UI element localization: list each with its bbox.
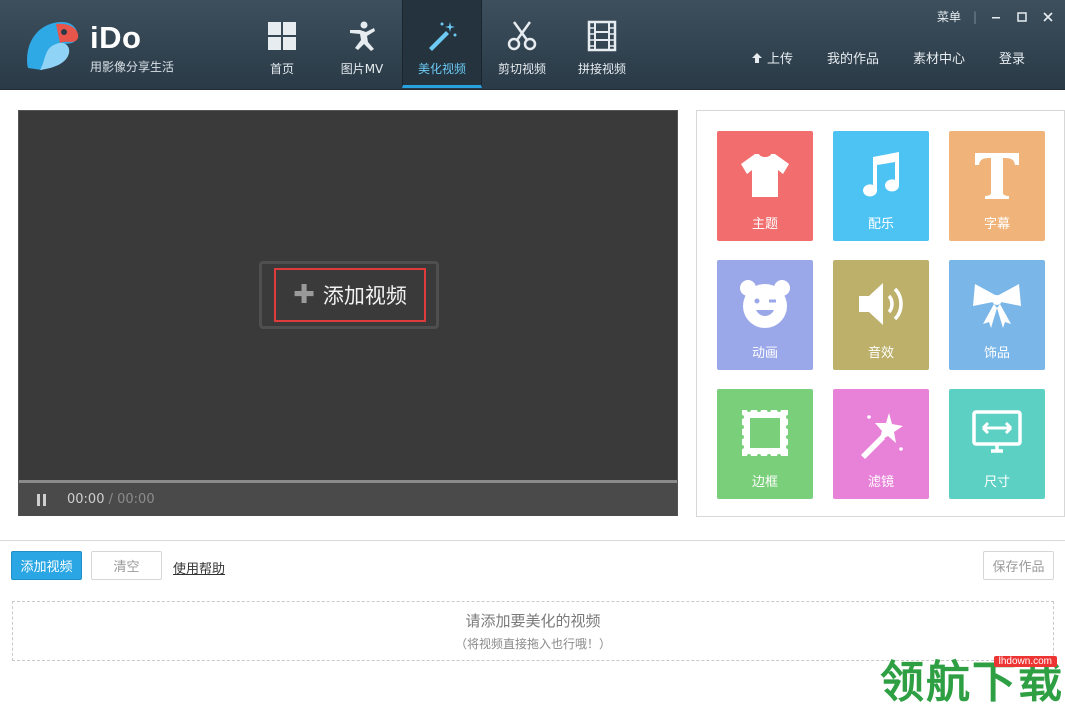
app-brand: iDo <box>90 20 142 55</box>
app-slogan: 用影像分享生活 <box>90 60 175 74</box>
dancer-icon <box>350 21 375 51</box>
effect-theme[interactable]: 主题 <box>717 131 813 241</box>
my-works-link[interactable]: 我的作品 <box>827 48 879 67</box>
time-current: 00:00 <box>67 492 105 507</box>
main-nav: 首页 图片MV 美化视频 剪切视频 拼接视频 <box>242 0 642 90</box>
effect-accessory[interactable]: 饰品 <box>949 260 1045 370</box>
upload-label: 上传 <box>766 52 793 67</box>
video-dropzone[interactable]: 请添加要美化的视频 （将视频直接拖入也行哦！） <box>12 601 1054 661</box>
window-controls: 菜单 | <box>937 8 1055 25</box>
arrow-up-icon <box>751 52 762 63</box>
effect-theme-label: 主题 <box>751 217 778 232</box>
effect-filter[interactable]: 滤镜 <box>833 389 929 499</box>
add-video-frame: ✚ 添加视频 <box>259 261 439 329</box>
effect-subtitle[interactable]: 字幕 <box>949 131 1045 241</box>
tshirt-icon <box>741 154 789 197</box>
effect-size[interactable]: 尺寸 <box>949 389 1045 499</box>
save-work-button[interactable]: 保存作品 <box>983 551 1054 580</box>
effect-border-label: 边框 <box>751 475 778 490</box>
clear-button[interactable]: 清空 <box>91 551 162 580</box>
effect-sound-label: 音效 <box>867 346 894 361</box>
watermark-url: lhdown.com <box>993 656 1057 667</box>
bow-icon <box>973 284 1021 328</box>
pause-icon[interactable] <box>37 493 51 507</box>
upload-link[interactable]: 上传 <box>751 48 793 67</box>
watermark: 领航下载 lhdown.com <box>880 654 1065 711</box>
magic-wand-icon <box>861 413 903 459</box>
maximize-button[interactable] <box>1015 10 1029 24</box>
monitor-resize-icon <box>972 410 1022 453</box>
add-video-button[interactable]: 添加视频 <box>11 551 82 580</box>
menu-separator: | <box>972 9 977 24</box>
home-grid-icon <box>268 22 296 50</box>
speaker-icon <box>859 283 903 325</box>
effect-subtitle-label: 字幕 <box>983 217 1010 232</box>
music-note-icon <box>863 152 900 197</box>
add-video-center-button[interactable]: ✚ 添加视频 <box>274 268 426 322</box>
magic-wand-icon <box>429 22 457 51</box>
close-button[interactable] <box>1041 10 1055 24</box>
nav-photo-mv-label: 图片MV <box>340 62 384 76</box>
help-link[interactable]: 使用帮助 <box>173 558 225 577</box>
materials-center-link[interactable]: 素材中心 <box>913 48 965 67</box>
scissors-icon <box>507 21 537 51</box>
nav-join-video[interactable]: 拼接视频 <box>562 0 642 88</box>
player-controls: 00:00 / 00:00 <box>19 483 677 516</box>
nav-join-video-label: 拼接视频 <box>577 62 626 76</box>
stamp-frame-icon <box>740 408 790 458</box>
effects-panel: 主题 配乐 字幕 动画 音效 饰品 边框 滤镜 尺寸 <box>696 110 1065 517</box>
section-divider <box>0 540 1065 541</box>
maximize-icon <box>1017 11 1027 22</box>
effect-animation-label: 动画 <box>751 346 778 361</box>
nav-cut-video-label: 剪切视频 <box>497 62 546 76</box>
effect-music-label: 配乐 <box>867 217 894 232</box>
header-links: 上传 我的作品 素材中心 登录 <box>751 48 1025 67</box>
menu-button[interactable]: 菜单 <box>937 8 961 25</box>
film-strip-icon <box>587 20 617 52</box>
nav-home[interactable]: 首页 <box>242 0 322 88</box>
title-bar: iDo 用影像分享生活 首页 图片MV 美化视频 剪切视频 拼接视频 上传 我的… <box>0 0 1065 90</box>
dropzone-sub-text: （将视频直接拖入也行哦！） <box>454 637 611 651</box>
close-icon <box>1043 11 1053 22</box>
dropzone-main-text: 请添加要美化的视频 <box>465 612 601 630</box>
effect-accessory-label: 饰品 <box>983 346 1010 361</box>
time-total: / 00:00 <box>108 492 155 507</box>
minimize-button[interactable] <box>989 10 1003 24</box>
video-preview: ✚ 添加视频 00:00 / 00:00 <box>18 110 678 516</box>
effect-animation[interactable]: 动画 <box>717 260 813 370</box>
add-video-center-label: 添加视频 <box>322 284 407 308</box>
effect-music[interactable]: 配乐 <box>833 131 929 241</box>
effect-filter-label: 滤镜 <box>867 475 894 490</box>
bear-face-icon <box>740 280 790 328</box>
minimize-icon <box>992 16 1000 18</box>
nav-beautify-video-label: 美化视频 <box>417 62 466 76</box>
effect-sound[interactable]: 音效 <box>833 260 929 370</box>
nav-photo-mv[interactable]: 图片MV <box>322 0 402 88</box>
effect-border[interactable]: 边框 <box>717 389 813 499</box>
login-link[interactable]: 登录 <box>999 48 1025 67</box>
nav-beautify-video[interactable]: 美化视频 <box>402 0 482 88</box>
text-t-icon <box>975 153 1019 199</box>
effect-size-label: 尺寸 <box>983 475 1010 490</box>
plus-icon: ✚ <box>293 280 315 310</box>
nav-cut-video[interactable]: 剪切视频 <box>482 0 562 88</box>
app-logo <box>27 21 79 70</box>
nav-home-label: 首页 <box>269 62 294 76</box>
